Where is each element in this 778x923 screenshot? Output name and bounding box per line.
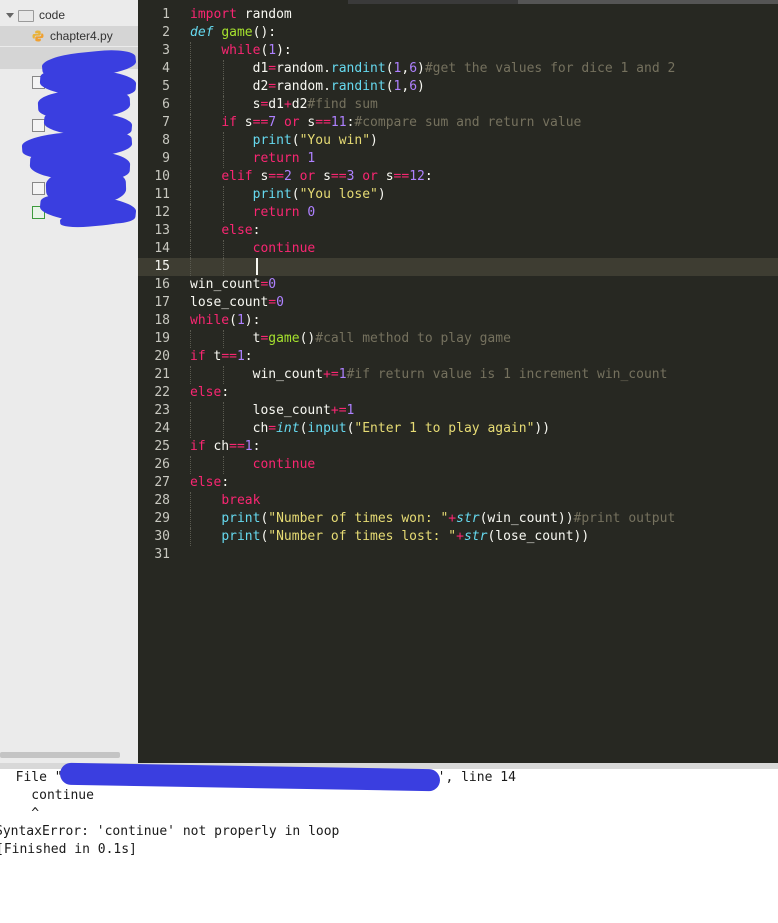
line-number: 12 xyxy=(154,205,170,220)
line-number: 4 xyxy=(162,61,170,76)
chevron-down-icon[interactable] xyxy=(6,13,14,19)
line-number: 28 xyxy=(154,493,170,508)
line-number: 29 xyxy=(154,511,170,526)
build-output-panel: File " ', line 14 continue ^ SyntaxError:… xyxy=(0,769,778,923)
line-number: 20 xyxy=(154,349,170,364)
line-number: 3 xyxy=(162,43,170,58)
line-number: 6 xyxy=(162,97,170,112)
line-number: 18 xyxy=(154,313,170,328)
file-icon xyxy=(32,182,45,195)
console-line: ^ xyxy=(0,806,40,821)
line-number: 15 xyxy=(138,258,180,276)
line-number-gutter: 1 2 3 4 5 6 7 8 9 10 11 12 13 14 15 16 17 18 19 20 21 22 23 24 2… xyxy=(138,6,180,564)
line-number: 19 xyxy=(154,331,170,346)
line-number: 26 xyxy=(154,457,170,472)
line-number: 8 xyxy=(162,133,170,148)
current-line[interactable] xyxy=(180,258,778,276)
file-label: chapter4.py xyxy=(50,29,113,43)
line-number: 2 xyxy=(162,25,170,40)
line-number: 1 xyxy=(162,7,170,22)
code-editor[interactable]: import random def game(): while(1): d1=r… xyxy=(180,6,778,564)
line-number: 16 xyxy=(154,277,170,292)
line-number: 13 xyxy=(154,223,170,238)
finished-message: [Finished in 0.1s] xyxy=(0,842,137,857)
tab-bar xyxy=(138,0,778,4)
tab[interactable] xyxy=(348,0,518,4)
line-number: 5 xyxy=(162,79,170,94)
line-number: 23 xyxy=(154,403,170,418)
sidebar: code chapter4.py y c xyxy=(0,0,138,763)
line-number: 31 xyxy=(154,547,170,562)
python-file-icon xyxy=(32,30,44,42)
text-cursor xyxy=(256,258,258,275)
console-line: continue xyxy=(0,788,94,803)
line-number: 7 xyxy=(162,115,170,130)
line-number: 10 xyxy=(154,169,170,184)
sidebar-scrollbar[interactable] xyxy=(0,752,120,758)
line-number: 9 xyxy=(162,151,170,166)
line-number: 11 xyxy=(154,187,170,202)
line-number: 17 xyxy=(154,295,170,310)
line-number: 25 xyxy=(154,439,170,454)
line-number: 24 xyxy=(154,421,170,436)
line-number: 14 xyxy=(154,241,170,256)
folder-label: code xyxy=(39,8,66,22)
file-chapter4[interactable]: chapter4.py xyxy=(0,26,138,46)
error-message: SyntaxError: 'continue' not properly in … xyxy=(0,824,340,839)
tab[interactable] xyxy=(518,0,778,4)
folder-icon xyxy=(18,9,34,22)
folder-code[interactable]: code xyxy=(6,5,65,25)
line-number: 27 xyxy=(154,475,170,490)
line-number: 21 xyxy=(154,367,170,382)
line-number: 30 xyxy=(154,529,170,544)
line-number: 22 xyxy=(154,385,170,400)
